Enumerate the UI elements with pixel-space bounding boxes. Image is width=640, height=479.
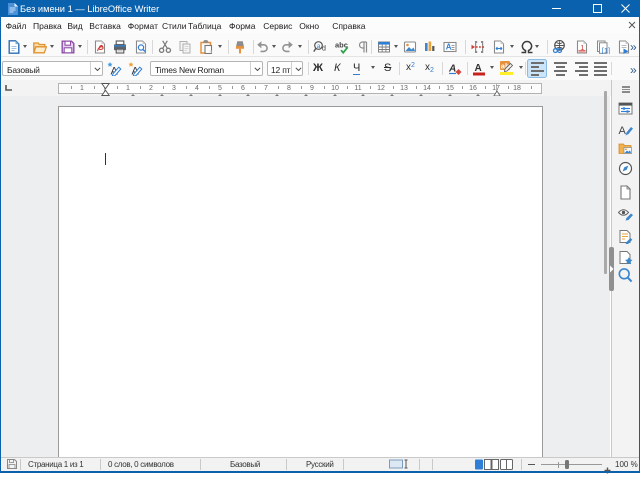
svg-text:d: d bbox=[322, 45, 326, 52]
svg-text:A: A bbox=[619, 125, 627, 137]
svg-text:a: a bbox=[317, 42, 321, 49]
svg-text:1: 1 bbox=[580, 42, 584, 51]
svg-text:[1]: [1] bbox=[602, 45, 610, 53]
svg-text:A: A bbox=[446, 42, 452, 51]
svg-text:A: A bbox=[448, 64, 456, 75]
svg-text:A: A bbox=[475, 63, 482, 74]
